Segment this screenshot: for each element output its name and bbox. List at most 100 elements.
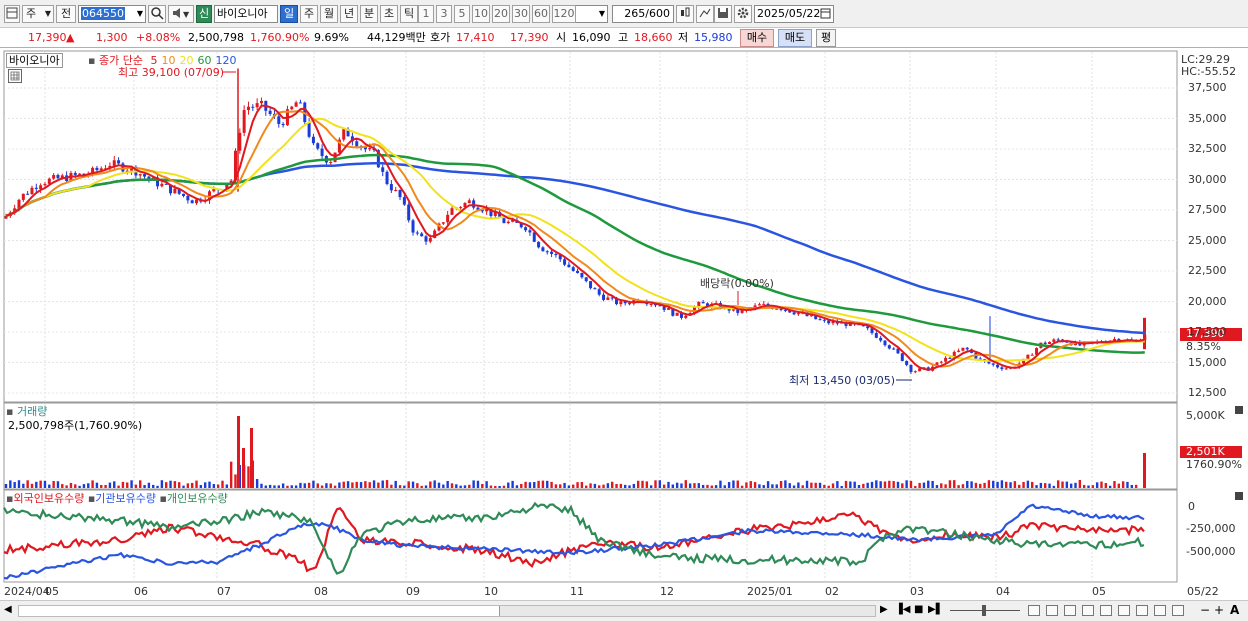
candle-body	[537, 241, 541, 248]
chart-tool-icon[interactable]	[1082, 605, 1094, 616]
minute-button[interactable]: 1	[418, 5, 434, 23]
candle-body	[965, 347, 969, 350]
date-input[interactable]: 2025/05/22	[754, 5, 834, 23]
candle-body	[684, 315, 688, 318]
count-field[interactable]: 265/600	[612, 5, 674, 23]
volume-bar	[178, 482, 181, 488]
minute-button[interactable]: 30	[512, 5, 530, 23]
zoom-in-icon[interactable]: +	[1214, 603, 1224, 617]
chart-tool-icon[interactable]	[1028, 605, 1040, 616]
scroll-thumb[interactable]	[499, 606, 875, 616]
chart-area[interactable]	[0, 50, 1248, 600]
prev-button[interactable]: 전	[56, 5, 76, 23]
minute-button[interactable]: 20	[492, 5, 510, 23]
chart-tool-icon[interactable]	[1154, 605, 1166, 616]
holding-y-tick: -250,000	[1186, 522, 1236, 535]
search-icon[interactable]	[148, 5, 166, 23]
volume-bar	[1074, 482, 1077, 488]
volume-bar	[420, 485, 423, 488]
scroll-track[interactable]	[18, 605, 876, 617]
draw-tool-icon[interactable]	[696, 5, 714, 23]
chart-tool-icon[interactable]	[1136, 605, 1148, 616]
stop-icon[interactable]: ■	[914, 604, 923, 615]
code-input[interactable]: 064550 ▼	[78, 5, 146, 23]
candle-icon[interactable]	[676, 5, 694, 23]
period-button[interactable]: 주	[300, 5, 318, 23]
volume-bar	[1022, 481, 1025, 488]
volume-bar	[113, 481, 116, 488]
last-icon[interactable]: ▶▌	[928, 604, 943, 615]
volume-bar	[922, 482, 926, 488]
open-price: 16,090	[572, 31, 611, 44]
volume-bar	[186, 483, 190, 488]
candle-body	[56, 175, 60, 179]
candle-body	[21, 193, 25, 200]
volume-bar	[437, 482, 441, 488]
volume-y-tick: 5,000K	[1186, 409, 1225, 422]
volume-bar	[593, 483, 597, 488]
chart-tool-icon[interactable]	[1118, 605, 1130, 616]
candle-body	[420, 233, 424, 237]
candle-body	[567, 264, 571, 268]
gear-icon[interactable]	[734, 5, 752, 23]
volume-pct: 1,760.90%	[250, 31, 310, 44]
layout-icon[interactable]	[4, 5, 20, 23]
period-button[interactable]: 틱	[400, 5, 418, 23]
minute-button[interactable]: 3	[436, 5, 452, 23]
first-icon[interactable]: ▐◀	[895, 604, 910, 615]
holding-close-icon[interactable]	[1235, 492, 1243, 500]
candle-body	[138, 174, 142, 176]
volume-bar	[468, 484, 471, 488]
scrollbar[interactable]: ◀ ▶ ▐◀ ■ ▶▌ − + A	[0, 600, 1248, 621]
candle-body	[112, 160, 116, 166]
chart-tool-icon[interactable]	[1172, 605, 1184, 616]
high-annotation: 최고 39,100 (07/09)	[118, 66, 225, 79]
buy-button[interactable]: 매수	[740, 29, 774, 47]
period-button[interactable]: 분	[360, 5, 378, 23]
scroll-left-icon[interactable]: ◀	[4, 604, 12, 615]
scroll-right-icon[interactable]: ▶	[880, 604, 888, 615]
chart-tool-icon[interactable]	[1064, 605, 1076, 616]
volume-bar	[662, 484, 666, 488]
candle-body	[545, 251, 549, 253]
period-button[interactable]: 년	[340, 5, 358, 23]
hoga-label: 호가	[430, 31, 451, 44]
x-axis-label: 12	[660, 585, 674, 598]
volume-bar	[680, 483, 683, 488]
sell-button[interactable]: 매도	[778, 29, 812, 47]
volume-bar	[706, 484, 709, 488]
font-size-icon[interactable]: A	[1230, 603, 1239, 617]
volume-bar	[931, 480, 934, 488]
speaker-icon[interactable]: ▼	[168, 5, 194, 23]
candle-body	[666, 308, 670, 310]
volume-bar	[792, 485, 796, 488]
x-axis-label: 05/22	[1187, 585, 1219, 598]
market-select[interactable]: 주 ▼	[22, 5, 54, 23]
volume-bar	[481, 483, 484, 488]
volume-bar	[736, 480, 739, 488]
period-button[interactable]: 초	[380, 5, 398, 23]
candle-body	[95, 167, 99, 171]
interval-select[interactable]: ▼	[572, 5, 608, 23]
volume-bar	[250, 428, 253, 488]
save-icon[interactable]	[714, 5, 732, 23]
high-label: 고	[618, 31, 629, 44]
chart-tool-icon[interactable]	[1100, 605, 1112, 616]
grid-icon[interactable]	[8, 69, 22, 83]
zoom-slider-handle[interactable]	[982, 605, 986, 616]
candle-body	[459, 207, 463, 209]
period-button[interactable]: 일	[280, 5, 298, 23]
zoom-out-icon[interactable]: −	[1200, 603, 1210, 617]
minute-button[interactable]: 120	[552, 5, 576, 23]
minute-button[interactable]: 10	[472, 5, 490, 23]
volume-bar	[961, 484, 965, 488]
volume-bar	[658, 480, 662, 488]
volume-close-icon[interactable]	[1235, 406, 1243, 414]
minute-button[interactable]: 60	[532, 5, 550, 23]
chart-tool-icon[interactable]	[1046, 605, 1058, 616]
volume-bar	[987, 480, 991, 488]
period-button[interactable]: 월	[320, 5, 338, 23]
volume-bar	[853, 481, 856, 488]
minute-button[interactable]: 5	[454, 5, 470, 23]
eval-button[interactable]: 평	[816, 29, 836, 47]
